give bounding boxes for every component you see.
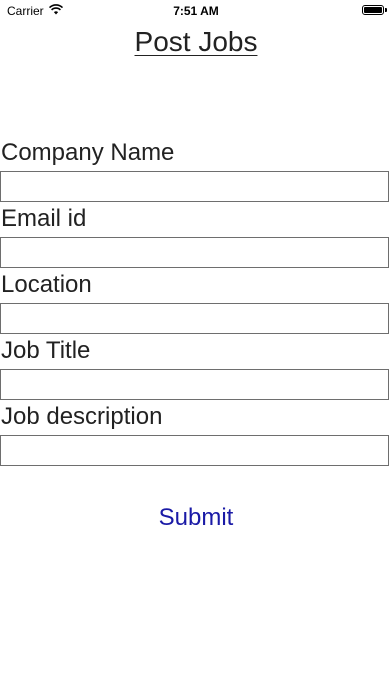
submit-button[interactable]: Submit	[0, 504, 392, 532]
job-description-input[interactable]	[0, 435, 389, 466]
job-title-input[interactable]	[0, 369, 389, 400]
battery-tip	[385, 8, 387, 12]
job-title-label: Job Title	[1, 337, 91, 364]
email-input[interactable]	[0, 237, 389, 268]
location-label: Location	[1, 271, 92, 298]
company-name-input[interactable]	[0, 171, 389, 202]
company-name-label: Company Name	[1, 139, 175, 166]
location-input[interactable]	[0, 303, 389, 334]
job-description-label: Job description	[1, 403, 163, 430]
battery-icon	[362, 5, 384, 15]
page-title: Post Jobs	[134, 26, 258, 57]
battery-level	[364, 7, 382, 13]
email-label: Email id	[1, 205, 87, 232]
status-bar: Carrier 7:51 AM	[0, 0, 392, 22]
status-time: 7:51 AM	[173, 4, 219, 18]
